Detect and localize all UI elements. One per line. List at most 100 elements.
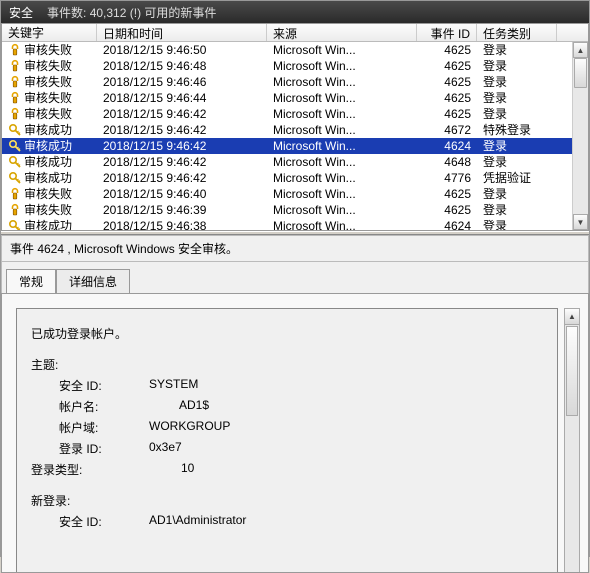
datetime-cell: 2018/12/15 9:46:46 bbox=[97, 74, 267, 90]
key-icon bbox=[8, 219, 22, 230]
datetime-cell: 2018/12/15 9:46:50 bbox=[97, 42, 267, 58]
task-cell: 登录 bbox=[477, 42, 557, 58]
datetime-cell: 2018/12/15 9:46:42 bbox=[97, 106, 267, 122]
source-cell: Microsoft Win... bbox=[267, 154, 417, 170]
datetime-cell: 2018/12/15 9:46:42 bbox=[97, 170, 267, 186]
table-row[interactable]: 审核成功 2018/12/15 9:46:38Microsoft Win...46… bbox=[2, 218, 588, 230]
table-row[interactable]: 审核成功2018/12/15 9:46:42Microsoft Win...46… bbox=[2, 154, 588, 170]
source-cell: Microsoft Win... bbox=[267, 106, 417, 122]
table-row[interactable]: 审核失败 2018/12/15 9:46:40Microsoft Win...46… bbox=[2, 186, 588, 202]
event-id-cell: 4776 bbox=[417, 170, 477, 186]
scroll-down-button[interactable]: ▼ bbox=[573, 214, 588, 230]
event-id-cell: 4625 bbox=[417, 42, 477, 58]
event-id-cell: 4624 bbox=[417, 218, 477, 230]
detail-scroll-up[interactable]: ▲ bbox=[565, 309, 579, 325]
tab-general[interactable]: 常规 bbox=[6, 269, 56, 294]
col-datetime[interactable]: 日期和时间 bbox=[97, 24, 267, 41]
table-row[interactable]: 审核失败 2018/12/15 9:46:50Microsoft Win...46… bbox=[2, 42, 588, 58]
tab-details[interactable]: 详细信息 bbox=[56, 269, 130, 294]
datetime-cell: 2018/12/15 9:46:40 bbox=[97, 186, 267, 202]
task-cell: 登录 bbox=[477, 202, 557, 218]
col-source[interactable]: 来源 bbox=[267, 24, 417, 41]
lock-icon bbox=[8, 203, 22, 217]
event-id-cell: 4625 bbox=[417, 186, 477, 202]
logonid-value: 0x3e7 bbox=[149, 440, 182, 457]
detail-header: 事件 4624 , Microsoft Windows 安全审核。 bbox=[1, 235, 589, 261]
event-id-cell: 4625 bbox=[417, 58, 477, 74]
lock-icon bbox=[8, 75, 22, 89]
keyword-text: 审核失败 bbox=[24, 106, 72, 122]
keyword-text: 审核成功 bbox=[24, 170, 72, 186]
lock-icon bbox=[8, 107, 22, 121]
detail-scroll-thumb[interactable] bbox=[566, 326, 578, 416]
keyword-text: 审核成功 bbox=[24, 138, 72, 154]
source-cell: Microsoft Win... bbox=[267, 218, 417, 230]
keyword-text: 审核失败 bbox=[24, 186, 72, 202]
logontype-label: 登录类型: bbox=[31, 461, 121, 478]
col-keyword[interactable]: 关键字 bbox=[2, 24, 97, 41]
keyword-text: 审核成功 bbox=[24, 122, 72, 138]
task-cell: 登录 bbox=[477, 106, 557, 122]
source-cell: Microsoft Win... bbox=[267, 170, 417, 186]
task-cell: 凭据验证 bbox=[477, 170, 557, 186]
detail-tabs: 常规 详细信息 bbox=[1, 261, 589, 293]
log-name: 安全 bbox=[9, 4, 33, 21]
datetime-cell: 2018/12/15 9:46:42 bbox=[97, 154, 267, 170]
table-row[interactable]: 审核失败2018/12/15 9:46:46Microsoft Win...46… bbox=[2, 74, 588, 90]
source-cell: Microsoft Win... bbox=[267, 186, 417, 202]
table-row[interactable]: 审核成功 2018/12/15 9:46:42Microsoft Win...47… bbox=[2, 170, 588, 186]
lock-icon bbox=[8, 59, 22, 73]
col-event-id[interactable]: 事件 ID bbox=[417, 24, 477, 41]
datetime-cell: 2018/12/15 9:46:39 bbox=[97, 202, 267, 218]
keyword-text: 审核成功 bbox=[24, 218, 72, 230]
domain-value: WORKGROUP bbox=[149, 419, 230, 436]
keyword-text: 审核失败 bbox=[24, 74, 72, 90]
acct-value: AD1$ bbox=[179, 398, 209, 415]
task-cell: 登录 bbox=[477, 186, 557, 202]
table-row[interactable]: 审核成功2018/12/15 9:46:42Microsoft Win...46… bbox=[2, 138, 588, 154]
newsid-label: 安全 ID: bbox=[59, 513, 149, 530]
key-icon bbox=[8, 123, 22, 137]
sid-value: SYSTEM bbox=[149, 377, 198, 394]
source-cell: Microsoft Win... bbox=[267, 138, 417, 154]
source-cell: Microsoft Win... bbox=[267, 90, 417, 106]
task-cell: 登录 bbox=[477, 90, 557, 106]
datetime-cell: 2018/12/15 9:46:38 bbox=[97, 218, 267, 230]
source-cell: Microsoft Win... bbox=[267, 74, 417, 90]
lock-icon bbox=[8, 187, 22, 201]
table-row[interactable]: 审核失败2018/12/15 9:46:42Microsoft Win...46… bbox=[2, 106, 588, 122]
table-row[interactable]: 审核失败2018/12/15 9:46:44Microsoft Win...46… bbox=[2, 90, 588, 106]
key-icon bbox=[8, 171, 22, 185]
detail-content: 已成功登录帐户。 主题: 安全 ID:SYSTEM 帐户名:AD1$ 帐户域:W… bbox=[16, 308, 558, 572]
subject-section-label: 主题: bbox=[31, 356, 543, 373]
detail-scrollbar[interactable]: ▲ bbox=[564, 308, 580, 572]
sid-label: 安全 ID: bbox=[59, 377, 149, 394]
table-row[interactable]: 审核失败2018/12/15 9:46:48Microsoft Win...46… bbox=[2, 58, 588, 74]
event-id-cell: 4672 bbox=[417, 122, 477, 138]
titlebar: 安全 事件数: 40,312 (!) 可用的新事件 bbox=[1, 1, 589, 23]
task-cell: 登录 bbox=[477, 138, 557, 154]
datetime-cell: 2018/12/15 9:46:42 bbox=[97, 122, 267, 138]
newlogon-section-label: 新登录: bbox=[31, 492, 543, 509]
event-id-cell: 4625 bbox=[417, 202, 477, 218]
list-scrollbar[interactable]: ▲ ▼ bbox=[572, 42, 588, 230]
datetime-cell: 2018/12/15 9:46:42 bbox=[97, 138, 267, 154]
task-cell: 登录 bbox=[477, 74, 557, 90]
scroll-thumb[interactable] bbox=[574, 58, 587, 88]
column-headers: 关键字 日期和时间 来源 事件 ID 任务类别 bbox=[2, 24, 588, 42]
keyword-text: 审核失败 bbox=[24, 42, 72, 58]
table-row[interactable]: 审核失败2018/12/15 9:46:39Microsoft Win...46… bbox=[2, 202, 588, 218]
source-cell: Microsoft Win... bbox=[267, 122, 417, 138]
col-task[interactable]: 任务类别 bbox=[477, 24, 557, 41]
task-cell: 特殊登录 bbox=[477, 122, 557, 138]
source-cell: Microsoft Win... bbox=[267, 42, 417, 58]
table-row[interactable]: 审核成功 2018/12/15 9:46:42Microsoft Win...46… bbox=[2, 122, 588, 138]
event-id-cell: 4625 bbox=[417, 90, 477, 106]
source-cell: Microsoft Win... bbox=[267, 202, 417, 218]
keyword-text: 审核失败 bbox=[24, 58, 72, 74]
key-icon bbox=[8, 155, 22, 169]
datetime-cell: 2018/12/15 9:46:44 bbox=[97, 90, 267, 106]
lock-icon bbox=[8, 91, 22, 105]
scroll-up-button[interactable]: ▲ bbox=[573, 42, 588, 58]
domain-label: 帐户域: bbox=[59, 419, 149, 436]
